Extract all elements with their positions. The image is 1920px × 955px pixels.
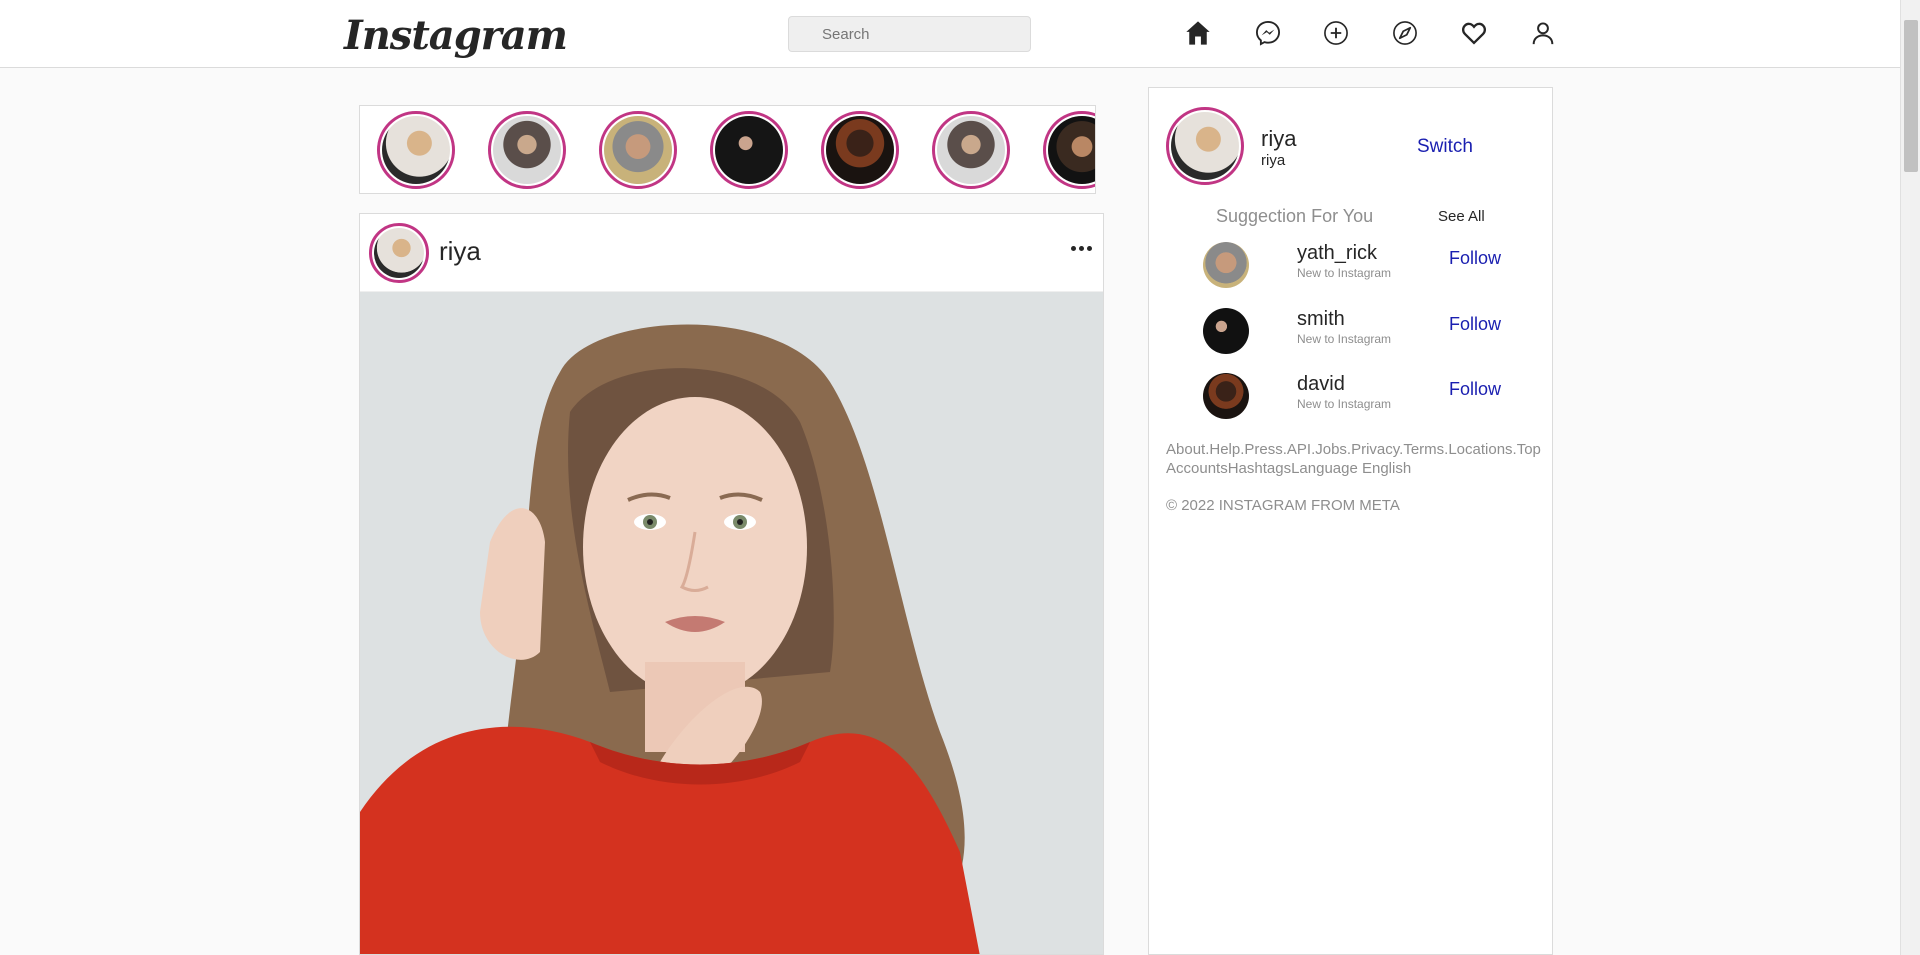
explore-icon[interactable]: [1387, 15, 1423, 51]
suggestion-username[interactable]: smith: [1297, 308, 1345, 331]
follow-button[interactable]: Follow: [1449, 379, 1501, 400]
suggestion-item: david New to Instagram Follow: [1203, 373, 1533, 423]
post-avatar[interactable]: [369, 223, 429, 283]
feed-post: riya: [359, 213, 1104, 955]
follow-button[interactable]: Follow: [1449, 314, 1501, 335]
story-7[interactable]: [1043, 111, 1095, 189]
story-avatar: [715, 116, 783, 184]
more-options-icon[interactable]: [1065, 238, 1097, 258]
avatar: [374, 228, 424, 278]
story-avatar: [937, 116, 1005, 184]
story-6[interactable]: [932, 111, 1010, 189]
avatar: [1171, 112, 1239, 180]
profile-icon[interactable]: [1525, 15, 1561, 51]
suggestion-item: smith New to Instagram Follow: [1203, 308, 1533, 358]
story-4[interactable]: [710, 111, 788, 189]
story-avatar: [604, 116, 672, 184]
story-2[interactable]: [488, 111, 566, 189]
story-avatar: [382, 116, 450, 184]
post-username[interactable]: riya: [439, 236, 481, 267]
scrollbar-thumb[interactable]: [1904, 20, 1918, 172]
page-scrollbar[interactable]: [1900, 0, 1920, 955]
post-image[interactable]: [360, 292, 1103, 954]
suggestion-avatar[interactable]: [1203, 308, 1249, 354]
right-sidebar: riya riya Switch Suggection For You See …: [1148, 87, 1553, 955]
suggestion-username[interactable]: yath_rick: [1297, 242, 1377, 265]
story-5[interactable]: [821, 111, 899, 189]
story-1[interactable]: [377, 111, 455, 189]
story-avatar: [493, 116, 561, 184]
suggestion-subtitle: New to Instagram: [1297, 332, 1392, 346]
see-all-link[interactable]: See All: [1438, 208, 1485, 225]
stories-bar: [359, 105, 1096, 194]
story-avatar: [826, 116, 894, 184]
suggestion-avatar[interactable]: [1203, 242, 1249, 288]
messenger-icon[interactable]: [1250, 15, 1286, 51]
activity-heart-icon[interactable]: [1456, 15, 1492, 51]
story-3[interactable]: [599, 111, 677, 189]
story-avatar: [1048, 116, 1095, 184]
instagram-logo[interactable]: Instagram: [344, 12, 568, 59]
follow-button[interactable]: Follow: [1449, 248, 1501, 269]
suggestions-title: Suggection For You: [1216, 206, 1374, 226]
copyright-text: © 2022 INSTAGRAM FROM META: [1166, 497, 1400, 514]
suggestion-subtitle: New to Instagram: [1297, 397, 1392, 411]
search-input[interactable]: [788, 16, 1031, 52]
post-header: riya: [360, 214, 1103, 292]
suggestion-item: yath_rick New to Instagram Follow: [1203, 242, 1533, 292]
current-user-fullname: riya: [1261, 152, 1286, 169]
suggestion-subtitle: New to Instagram: [1297, 266, 1392, 280]
create-icon[interactable]: [1318, 15, 1354, 51]
home-icon[interactable]: [1180, 15, 1216, 51]
suggestion-username[interactable]: david: [1297, 373, 1345, 396]
post-photo: [360, 292, 1103, 954]
switch-account-link[interactable]: Switch: [1417, 136, 1473, 158]
top-navbar: Instagram: [0, 0, 1900, 68]
current-username[interactable]: riya: [1261, 126, 1296, 152]
footer-links[interactable]: About.Help.Press.API.Jobs.Privacy.Terms.…: [1166, 440, 1541, 478]
current-user-avatar[interactable]: [1166, 107, 1244, 185]
suggestion-avatar[interactable]: [1203, 373, 1249, 419]
